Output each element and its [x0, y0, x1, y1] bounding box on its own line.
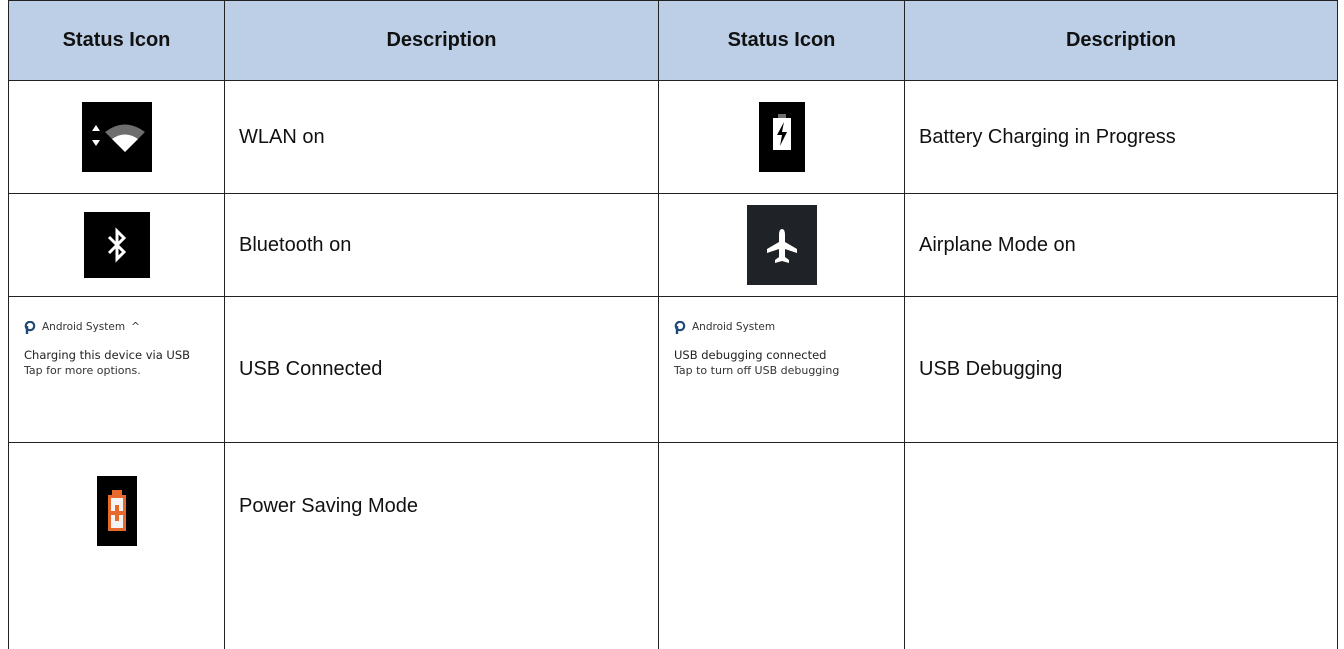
- notification-text: Tap to turn off USB debugging: [674, 363, 903, 379]
- power-saving-battery-icon: [97, 476, 137, 546]
- table-row: Power Saving Mode: [9, 443, 1338, 649]
- notification-text: Tap for more options.: [24, 363, 223, 379]
- android-system-icon: [24, 321, 36, 334]
- description-cell: Bluetooth on: [225, 194, 659, 297]
- table-row: Android System ^ Charging this device vi…: [9, 297, 1338, 443]
- android-system-icon: [674, 321, 686, 334]
- header-status-icon-right: Status Icon: [659, 1, 905, 81]
- description-cell: WLAN on: [225, 81, 659, 194]
- description-cell: Airplane Mode on: [905, 194, 1338, 297]
- status-icon-cell: [9, 81, 225, 194]
- description-cell: Power Saving Mode: [225, 443, 659, 649]
- status-icon-cell: [659, 194, 905, 297]
- status-icon-cell: [659, 443, 905, 649]
- status-icon-table: Status Icon Description Status Icon Desc…: [8, 0, 1338, 649]
- status-icon-cell: [9, 194, 225, 297]
- airplane-icon: [747, 205, 817, 285]
- notification-title: USB debugging connected: [674, 347, 903, 363]
- header-row: Status Icon Description Status Icon Desc…: [9, 1, 1338, 81]
- wlan-icon: [82, 102, 152, 172]
- table-row: Bluetooth on Airplane Mode on: [9, 194, 1338, 297]
- description-cell: USB Connected: [225, 297, 659, 443]
- usb-debugging-notification: Android System USB debugging connected T…: [660, 319, 903, 379]
- status-icon-cell: Android System ^ Charging this device vi…: [9, 297, 225, 443]
- description-cell: Battery Charging in Progress: [905, 81, 1338, 194]
- header-description-left: Description: [225, 1, 659, 81]
- notification-app-name: Android System: [42, 319, 125, 335]
- description-cell: USB Debugging: [905, 297, 1338, 443]
- description-cell: [905, 443, 1338, 649]
- bluetooth-icon: [84, 212, 150, 278]
- battery-charging-icon: [759, 102, 805, 172]
- table-row: WLAN on Battery Charging in Progress: [9, 81, 1338, 194]
- notification-title: Charging this device via USB: [24, 347, 223, 363]
- header-status-icon-left: Status Icon: [9, 1, 225, 81]
- usb-connected-notification: Android System ^ Charging this device vi…: [10, 319, 223, 379]
- notification-app-name: Android System: [692, 319, 775, 335]
- header-description-right: Description: [905, 1, 1338, 81]
- notification-header: Android System ^: [24, 319, 223, 335]
- status-icon-cell: [659, 81, 905, 194]
- notification-header: Android System: [674, 319, 903, 335]
- status-icon-cell: [9, 443, 225, 649]
- status-icon-cell: Android System USB debugging connected T…: [659, 297, 905, 443]
- chevron-up-icon: ^: [131, 319, 140, 335]
